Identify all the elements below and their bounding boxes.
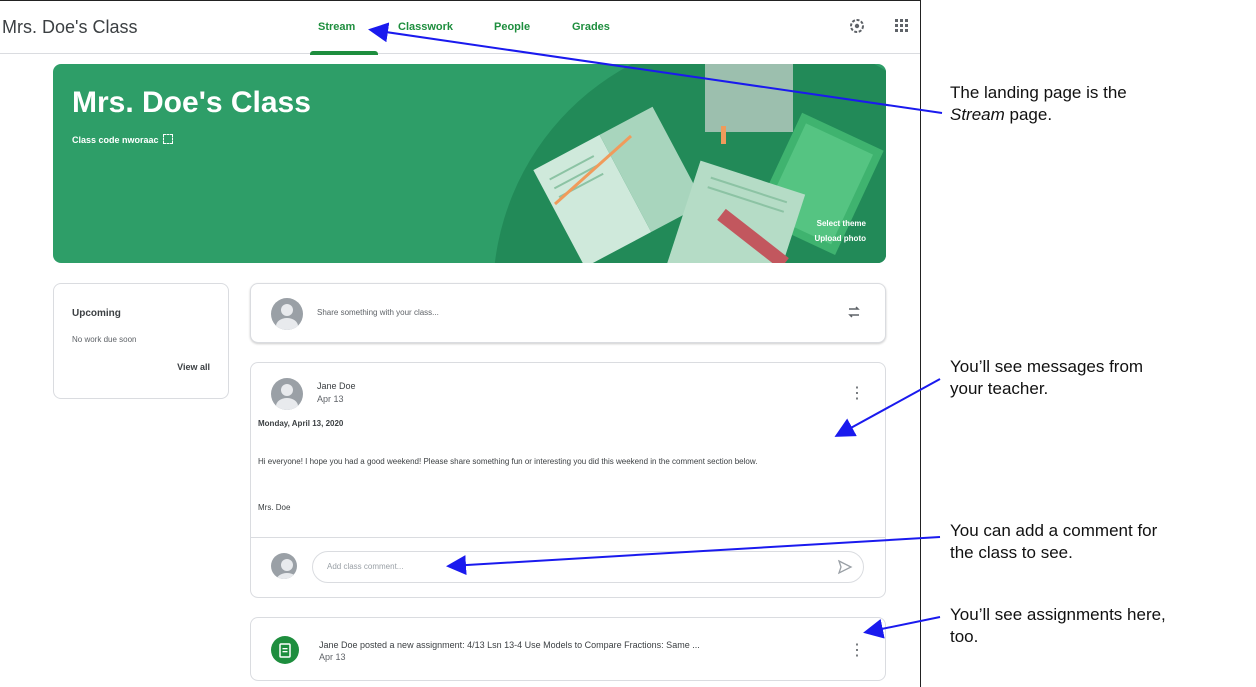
more-vert-icon[interactable]: ⋮ <box>849 383 865 403</box>
annotation-comment-line2: the class to see. <box>950 543 1073 562</box>
app-title[interactable]: Mrs. Doe's Class <box>2 17 137 38</box>
divider <box>251 537 885 538</box>
post-date: Apr 13 <box>317 394 344 404</box>
share-card[interactable]: Share something with your class... <box>250 283 886 343</box>
tab-stream[interactable]: Stream <box>318 21 355 33</box>
class-title: Mrs. Doe's Class <box>72 86 311 119</box>
annotation-stream: The landing page is the Stream page. <box>950 82 1127 126</box>
avatar <box>271 298 303 330</box>
annotation-assignments: You’ll see assignments here, too. <box>950 604 1166 648</box>
upload-photo-link[interactable]: Upload photo <box>814 234 866 243</box>
more-vert-icon[interactable]: ⋮ <box>849 640 865 660</box>
annotation-messages-line1: You’ll see messages from <box>950 357 1144 376</box>
post-signature: Mrs. Doe <box>258 503 291 512</box>
view-all-link[interactable]: View all <box>177 362 210 372</box>
annotation-stream-line2: Stream page. <box>950 104 1127 126</box>
grid-icon[interactable] <box>891 17 911 37</box>
avatar <box>271 553 297 579</box>
classroom-window: Mrs. Doe's Class Stream Classwork People… <box>0 0 921 687</box>
class-banner: Mrs. Doe's Class Class code nworaac Sele… <box>53 64 886 263</box>
annotation-assignments-line1: You’ll see assignments here, <box>950 605 1166 624</box>
class-code-value: nworaac <box>122 135 159 145</box>
annotation-messages: You’ll see messages from your teacher. <box>950 356 1143 400</box>
comment-placeholder: Add class comment... <box>327 562 404 571</box>
annotation-assignments-line2: too. <box>950 627 979 646</box>
select-theme-link[interactable]: Select theme <box>817 219 866 228</box>
assignment-card[interactable]: Jane Doe posted a new assignment: 4/13 L… <box>250 617 886 681</box>
tab-people[interactable]: People <box>494 21 530 33</box>
share-input[interactable]: Share something with your class... <box>317 308 439 317</box>
top-bar: Mrs. Doe's Class Stream Classwork People… <box>0 0 920 55</box>
send-icon[interactable] <box>837 559 853 580</box>
upcoming-empty-text: No work due soon <box>72 335 137 344</box>
post-body: Hi everyone! I hope you had a good weeke… <box>258 457 758 466</box>
class-code: Class code nworaac <box>72 134 174 145</box>
fullscreen-icon[interactable] <box>163 134 174 144</box>
upcoming-title: Upcoming <box>72 308 121 319</box>
annotation-stream-rest: page. <box>1004 105 1053 124</box>
active-tab-indicator <box>310 51 378 55</box>
announcement-card: Jane Doe Apr 13 ⋮ Monday, April 13, 2020… <box>250 362 886 598</box>
avatar <box>271 378 303 410</box>
tab-classwork[interactable]: Classwork <box>398 21 453 33</box>
class-code-label: Class code <box>72 135 120 145</box>
annotation-stream-em: Stream <box>950 105 1005 124</box>
repost-icon[interactable] <box>846 304 862 325</box>
upcoming-card: Upcoming No work due soon View all <box>53 283 229 399</box>
tab-grades[interactable]: Grades <box>572 21 610 33</box>
annotation-comment: You can add a comment for the class to s… <box>950 520 1157 564</box>
assignment-date: Apr 13 <box>319 652 346 662</box>
annotation-messages-line2: your teacher. <box>950 379 1049 398</box>
post-heading: Monday, April 13, 2020 <box>258 419 344 428</box>
comment-input[interactable]: Add class comment... <box>312 551 864 583</box>
gear-icon[interactable] <box>847 17 867 37</box>
annotation-stream-line1: The landing page is the <box>950 83 1127 102</box>
annotation-comment-line1: You can add a comment for <box>950 521 1158 540</box>
assignment-icon <box>271 636 299 664</box>
assignment-title[interactable]: Jane Doe posted a new assignment: 4/13 L… <box>319 640 700 650</box>
post-author: Jane Doe <box>317 381 356 391</box>
